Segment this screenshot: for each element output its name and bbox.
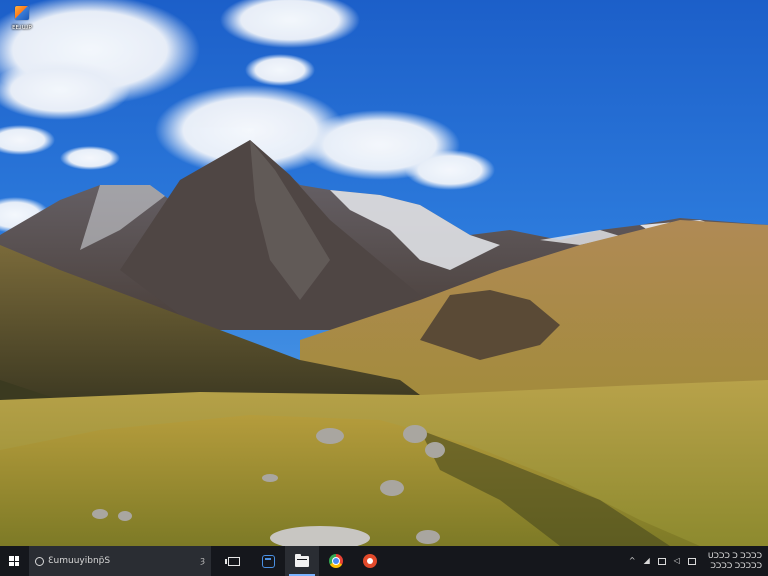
taskbar-file-explorer-button[interactable] [285,546,319,576]
chrome-icon [329,554,343,568]
app-red-icon [363,554,377,568]
desktop-shortcut[interactable]: ᴇᴇᴊᴜᴊᴘ [6,6,38,40]
network-icon[interactable]: ◢ [644,546,650,576]
clock-date: ᑐᑐᑐᑐ ᑐᑐᑐᑐᑐ [710,561,762,570]
microphone-icon[interactable]: ȝ [200,556,205,566]
system-tray: ^ ◢ ◁ ᑌᑐᑐᑐ ᑐ ᑐᑐᑐᑐ ᑐᑐᑐᑐ ᑐᑐᑐᑐᑐ [625,546,768,576]
taskbar-chrome-button[interactable] [319,546,353,576]
app-shortcut-icon [15,6,29,20]
taskbar-app-red-button[interactable] [353,546,387,576]
taskbar: Ɛumuuyibnp̄S ȝ ^ ◢ ◁ ᑌᑐᑐᑐ ᑐ ᑐᑐᑐᑐ ᑐᑐᑐᑐ ᑐᑐ… [0,546,768,576]
task-view-icon [225,556,240,566]
file-explorer-icon [295,553,309,567]
start-button[interactable] [0,546,28,576]
pinned-apps [217,546,387,576]
desktop[interactable]: ᴇᴇᴊᴜᴊᴘ [0,0,768,546]
windows-logo-icon [9,556,19,566]
desktop-shortcut-label: ᴇᴇᴊᴜᴊᴘ [11,23,33,31]
edge-icon [261,554,275,568]
cortana-circle-icon [35,556,44,566]
battery-icon[interactable] [657,557,666,565]
taskbar-task-view-button[interactable] [217,546,251,576]
taskbar-edge-button[interactable] [251,546,285,576]
notifications-icon[interactable] [687,557,696,565]
volume-icon[interactable]: ◁ [674,546,680,576]
wallpaper-mountain-landscape [0,0,768,546]
taskbar-search-box[interactable]: Ɛumuuyibnp̄S ȝ [29,546,211,576]
clock[interactable]: ᑌᑐᑐᑐ ᑐ ᑐᑐᑐᑐ ᑐᑐᑐᑐ ᑐᑐᑐᑐᑐ [708,551,762,571]
show-hidden-icons-chevron-icon[interactable]: ^ [629,546,636,576]
search-placeholder: Ɛumuuyibnp̄S [48,556,111,566]
clock-time: ᑌᑐᑐᑐ ᑐ ᑐᑐᑐᑐ [707,551,762,560]
